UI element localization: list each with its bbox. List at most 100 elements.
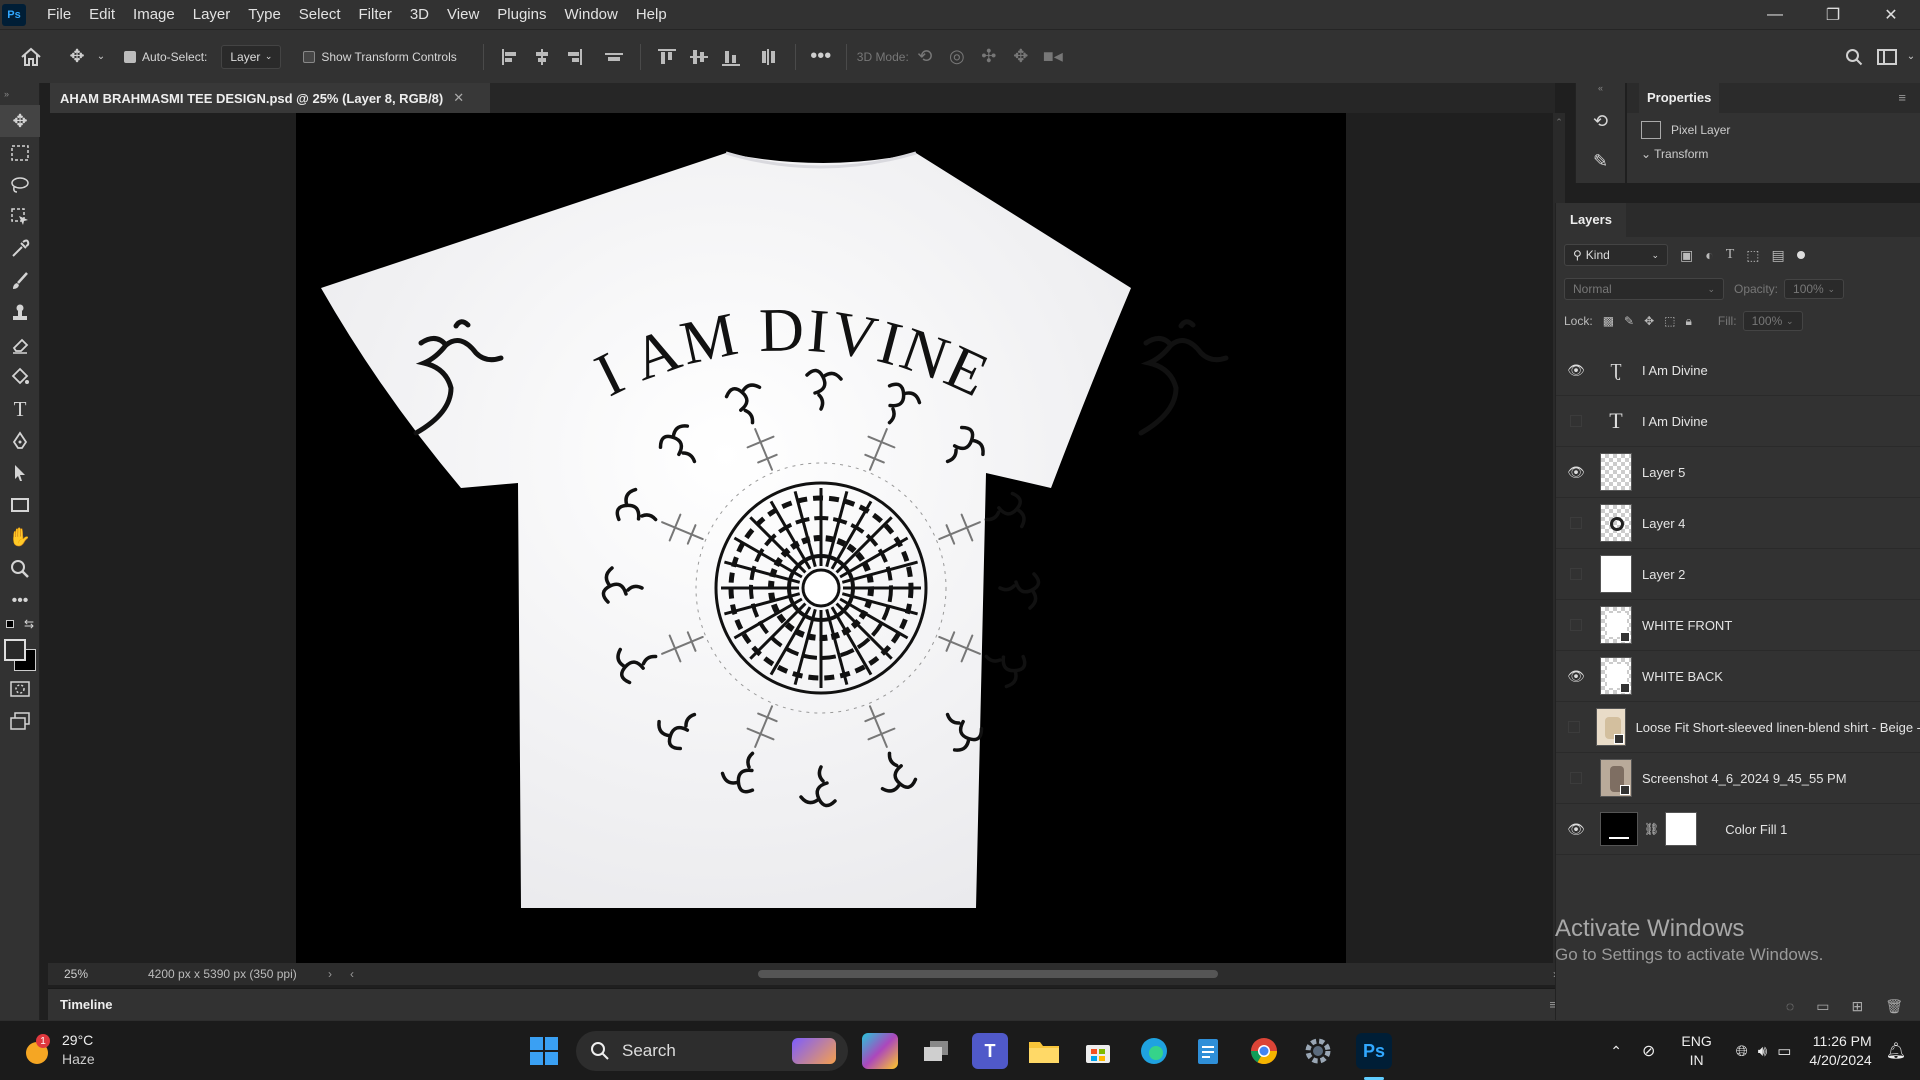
group-icon[interactable]: ▭: [1816, 998, 1829, 1015]
network-off-icon[interactable]: ⊘: [1642, 1041, 1655, 1061]
transform-section[interactable]: ⌄ Transform: [1627, 147, 1920, 167]
menu-plugins[interactable]: Plugins: [488, 0, 555, 29]
properties-tab[interactable]: Properties ≡: [1627, 83, 1920, 113]
align-center-icon[interactable]: [532, 48, 552, 66]
brush-tool-icon[interactable]: [0, 265, 40, 297]
scroll-up-icon[interactable]: ⌃: [1553, 117, 1565, 128]
panel-collapse-icon[interactable]: «: [1576, 83, 1625, 101]
align-bottom-icon[interactable]: [721, 48, 741, 66]
document-tab[interactable]: AHAM BRAHMASMI TEE DESIGN.psd @ 25% (Lay…: [50, 83, 490, 113]
menu-filter[interactable]: Filter: [350, 0, 401, 29]
move-tool-icon[interactable]: ✥: [62, 46, 92, 67]
3d-pan-icon[interactable]: ✣: [973, 46, 1005, 67]
align-right-icon[interactable]: [564, 48, 584, 66]
visibility-eye-icon[interactable]: 👁︎: [1556, 668, 1596, 685]
chevron-down-icon[interactable]: ⌄: [1641, 147, 1654, 161]
visibility-toggle[interactable]: [1556, 517, 1596, 529]
photoshop-taskbar-icon[interactable]: Ps: [1356, 1033, 1392, 1069]
hand-tool-icon[interactable]: ✋: [0, 521, 40, 553]
pen-tool-icon[interactable]: [0, 425, 40, 457]
screen-mode-icon[interactable]: [0, 705, 40, 737]
align-left-icon[interactable]: [500, 48, 520, 66]
smart-object-filter-icon[interactable]: ▤: [1772, 247, 1785, 264]
store-icon[interactable]: [1080, 1033, 1116, 1069]
chevron-down-icon[interactable]: ⌄: [1902, 51, 1920, 62]
teams-icon[interactable]: T: [972, 1033, 1008, 1069]
clock[interactable]: 11:26 PM 4/20/2024: [1809, 1032, 1871, 1070]
menu-help[interactable]: Help: [627, 0, 676, 29]
distribute-vertical-icon[interactable]: [759, 48, 779, 66]
menu-image[interactable]: Image: [124, 0, 184, 29]
close-tab-icon[interactable]: ✕: [453, 90, 464, 106]
lock-position-icon[interactable]: ✥: [1644, 314, 1654, 328]
blend-mode-dropdown[interactable]: Normal ⌄: [1564, 278, 1724, 300]
marquee-tool-icon[interactable]: [0, 137, 40, 169]
auto-select-checkbox[interactable]: [124, 50, 136, 63]
visibility-toggle[interactable]: [1556, 772, 1596, 784]
distribute-icon[interactable]: [604, 48, 624, 66]
show-transform-option[interactable]: Show Transform Controls: [303, 50, 457, 64]
auto-select-target-dropdown[interactable]: Layer ⌄: [221, 44, 282, 69]
path-selection-tool-icon[interactable]: [0, 457, 40, 489]
type-filter-icon[interactable]: T: [1726, 247, 1735, 263]
menu-type[interactable]: Type: [239, 0, 290, 29]
layer-row[interactable]: 👁︎ WHITE BACK: [1556, 651, 1920, 702]
scroll-left-icon[interactable]: ‹: [350, 967, 354, 981]
filter-toggle-icon[interactable]: [1796, 251, 1805, 259]
menu-layer[interactable]: Layer: [184, 0, 240, 29]
eyedropper-tool-icon[interactable]: [0, 233, 40, 265]
opacity-field[interactable]: 100% ⌄: [1784, 279, 1845, 299]
panel-menu-icon[interactable]: ≡: [1890, 83, 1914, 113]
layer-row[interactable]: Layer 2: [1556, 549, 1920, 600]
layer-row[interactable]: Loose Fit Short-sleeved linen-blend shir…: [1556, 702, 1920, 753]
layer-row[interactable]: 👁︎ Layer 5: [1556, 447, 1920, 498]
shape-filter-icon[interactable]: ⬚: [1746, 247, 1759, 264]
foreground-color-swatch[interactable]: [4, 639, 26, 661]
menu-select[interactable]: Select: [290, 0, 350, 29]
zoom-level[interactable]: 25%: [48, 967, 108, 981]
move-tool-icon[interactable]: ✥: [0, 105, 40, 137]
panel-collapse-icon[interactable]: »: [0, 83, 39, 105]
close-button[interactable]: ✕: [1862, 0, 1920, 29]
menu-window[interactable]: Window: [555, 0, 626, 29]
edge-icon[interactable]: [1136, 1033, 1172, 1069]
visibility-toggle[interactable]: [1556, 619, 1596, 631]
mask-thumbnail[interactable]: [1665, 812, 1698, 846]
show-transform-checkbox[interactable]: [303, 50, 316, 63]
layer-row[interactable]: T I Am Divine: [1556, 396, 1920, 447]
chevron-down-icon[interactable]: ⌄: [92, 51, 110, 62]
lasso-tool-icon[interactable]: [0, 169, 40, 201]
lock-transparency-icon[interactable]: ▩: [1603, 314, 1614, 328]
layer-row[interactable]: Layer 4: [1556, 498, 1920, 549]
adjustment-filter-icon[interactable]: ◐: [1705, 247, 1713, 263]
timeline-panel[interactable]: Timeline ≡: [48, 988, 1565, 1020]
quick-mask-icon[interactable]: [0, 673, 40, 705]
battery-icon[interactable]: ▭: [1777, 1042, 1791, 1060]
layer-row[interactable]: Screenshot 4_6_2024 9_45_55 PM: [1556, 753, 1920, 804]
type-tool-icon[interactable]: T: [0, 393, 40, 425]
volume-icon[interactable]: 🔊︎: [1758, 1043, 1767, 1060]
align-middle-icon[interactable]: [689, 48, 709, 66]
history-icon[interactable]: ⟲: [1576, 101, 1625, 141]
menu-edit[interactable]: Edit: [80, 0, 124, 29]
menu-view[interactable]: View: [438, 0, 488, 29]
horizontal-scrollbar-thumb[interactable]: [758, 970, 1218, 978]
weather-widget[interactable]: 1 29°C Haze: [22, 1031, 95, 1069]
visibility-toggle[interactable]: [1556, 415, 1596, 427]
delete-layer-icon[interactable]: 🗑︎: [1885, 998, 1903, 1015]
workspace-icon[interactable]: [1872, 48, 1902, 65]
fill-field[interactable]: 100% ⌄: [1742, 311, 1803, 331]
artboard[interactable]: I AM DIVINE: [296, 113, 1346, 963]
stamp-tool-icon[interactable]: [0, 297, 40, 329]
layers-tab[interactable]: Layers: [1556, 203, 1920, 237]
add-mask-icon[interactable]: ◌: [1786, 998, 1794, 1014]
canvas-area[interactable]: I AM DIVINE: [48, 113, 1553, 963]
layer-row[interactable]: 👁︎ Ʈ I Am Divine: [1556, 345, 1920, 396]
home-icon[interactable]: [0, 47, 62, 67]
layer-kind-filter[interactable]: ⚲ Kind ⌄: [1564, 244, 1668, 266]
zoom-tool-icon[interactable]: [0, 553, 40, 585]
restore-button[interactable]: ❐: [1804, 0, 1862, 29]
swap-colors-icon[interactable]: ⇆: [24, 617, 34, 631]
link-icon[interactable]: ⛓︎: [1644, 822, 1659, 836]
lock-pixels-icon[interactable]: ✎: [1624, 314, 1634, 328]
